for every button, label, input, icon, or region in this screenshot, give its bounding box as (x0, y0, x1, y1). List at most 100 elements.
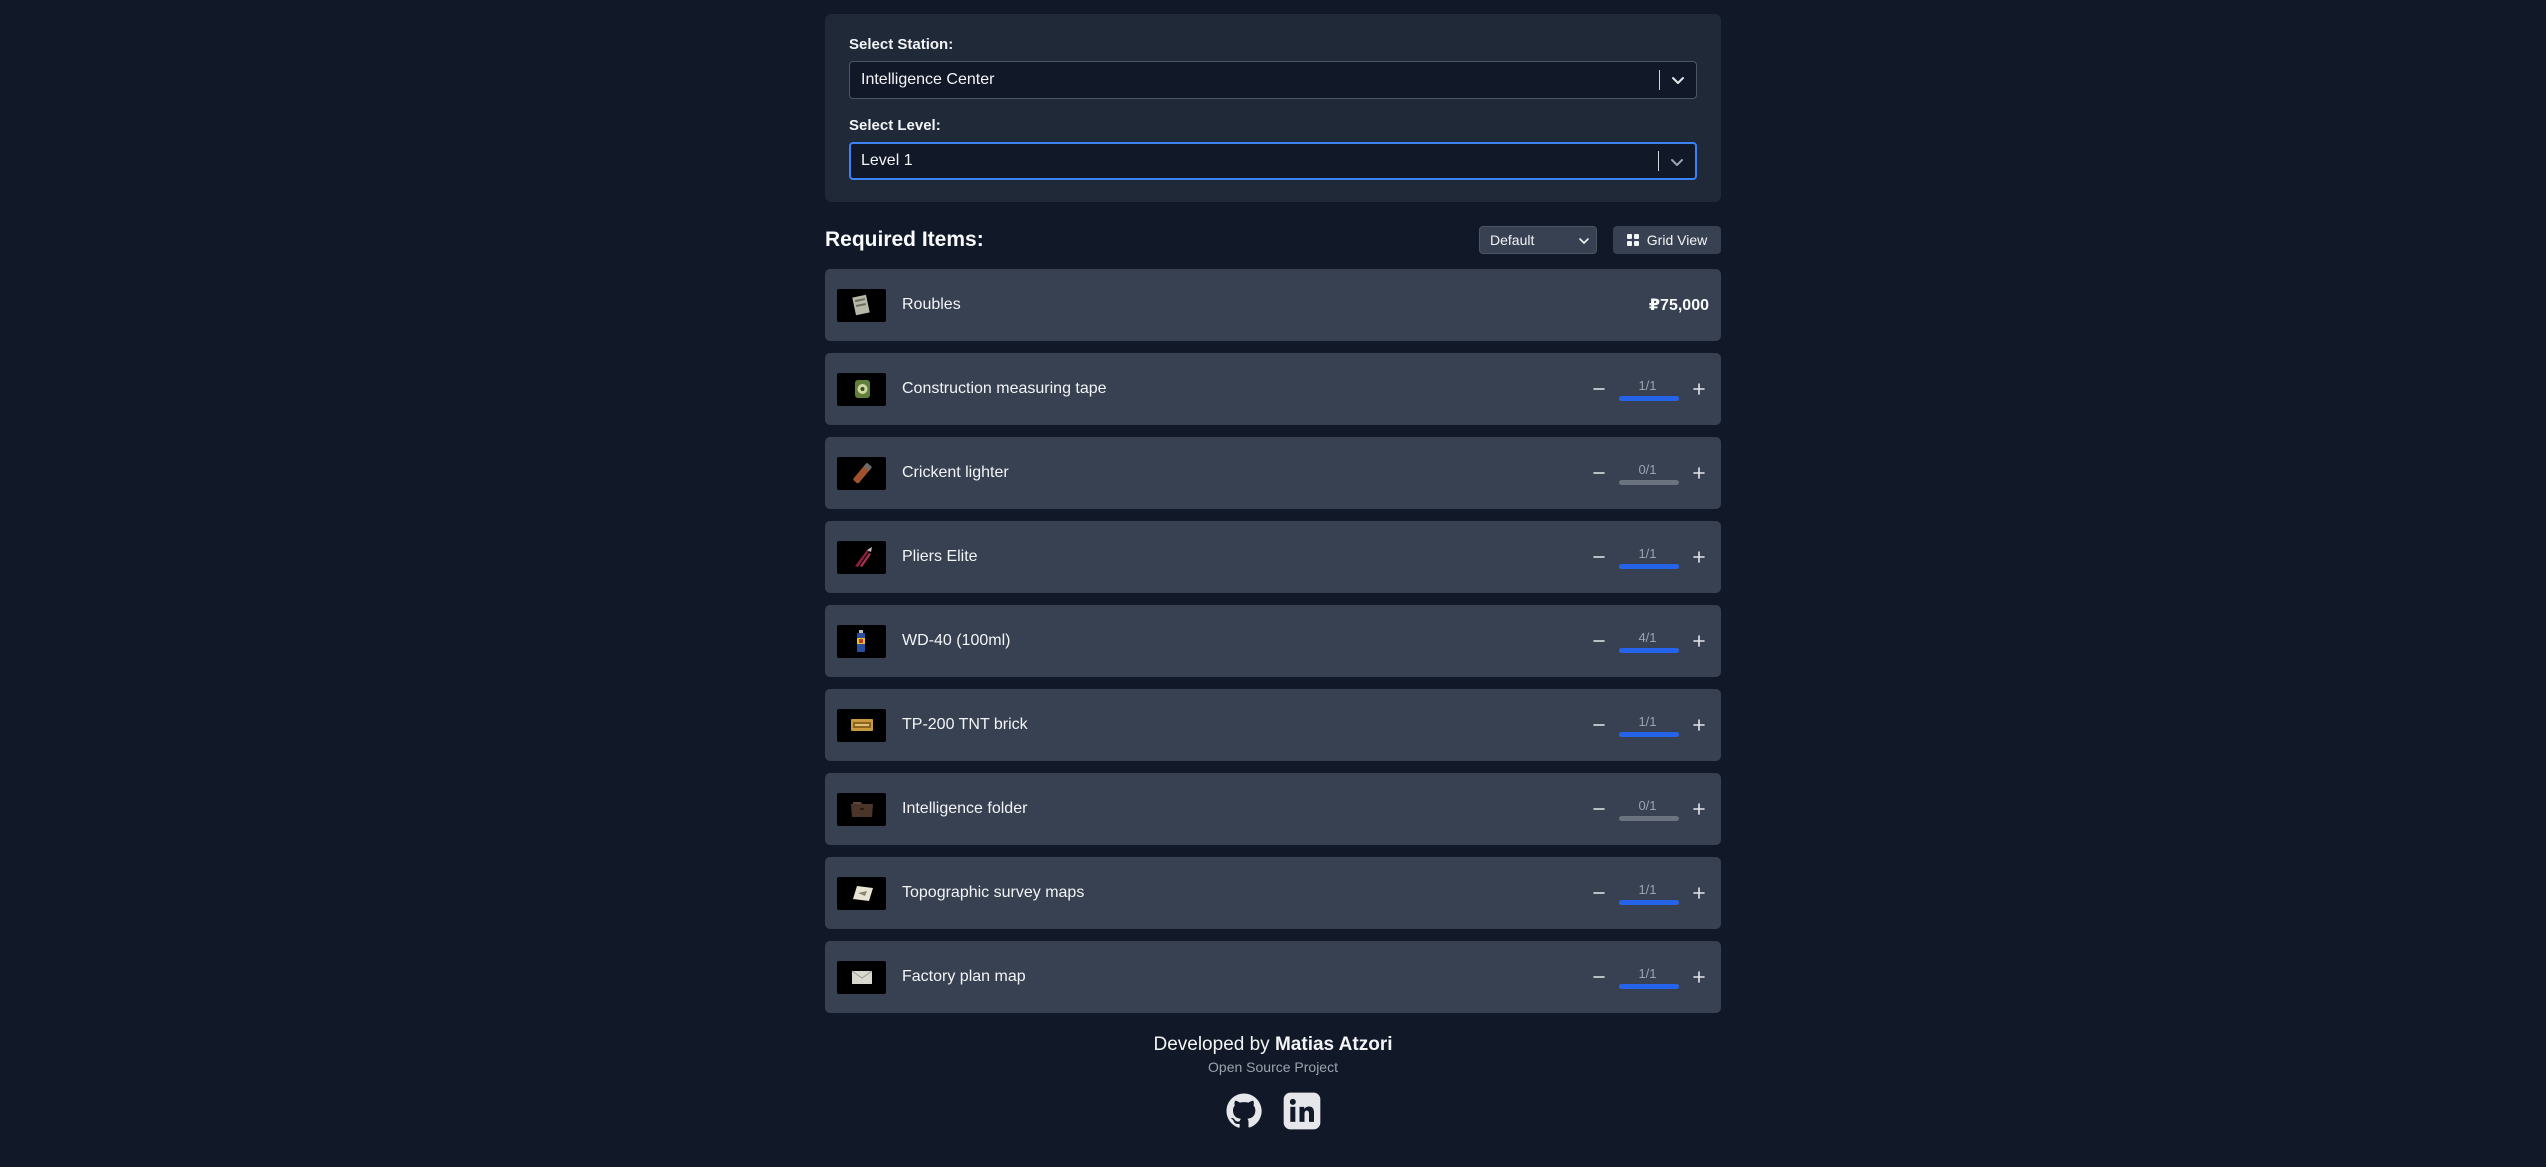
plus-icon (1693, 719, 1705, 731)
progress-bar (1619, 564, 1679, 569)
decrement-button[interactable] (1589, 379, 1609, 399)
list-item: Factory plan map 1/1 (825, 941, 1721, 1013)
item-count: 1/1 (1638, 546, 1657, 561)
developer-credit: Developed by Matias Atzori (825, 1033, 1721, 1057)
station-select-value: Intelligence Center (861, 71, 995, 88)
progress-fill (1619, 396, 1679, 401)
item-counter: 0/1 (1589, 773, 1709, 845)
item-count: 1/1 (1638, 882, 1657, 897)
survey-map-icon (852, 886, 873, 901)
item-name: Pliers Elite (902, 548, 978, 565)
progress-bar (1619, 816, 1679, 821)
grid-view-label: Grid View (1646, 232, 1708, 248)
increment-button[interactable] (1689, 967, 1709, 987)
item-name: Topographic survey maps (902, 884, 1085, 901)
plus-icon (1693, 887, 1705, 899)
decrement-button[interactable] (1589, 967, 1609, 987)
minus-icon (1593, 892, 1605, 894)
progress-fill (1619, 732, 1679, 737)
select-separator (1659, 70, 1660, 90)
plus-icon (1693, 551, 1705, 563)
developed-by-text: Developed by (1153, 1034, 1270, 1055)
decrement-button[interactable] (1589, 631, 1609, 651)
item-count: 1/1 (1638, 714, 1657, 729)
plus-icon (1693, 803, 1705, 815)
item-thumbnail (837, 792, 886, 826)
progress-fill (1619, 648, 1679, 653)
progress-bar (1619, 732, 1679, 737)
plus-icon (1693, 971, 1705, 983)
list-item: Construction measuring tape 1/1 (825, 353, 1721, 425)
chevron-down-icon[interactable] (1668, 70, 1688, 90)
decrement-button[interactable] (1589, 799, 1609, 819)
list-item: Intelligence folder 0/1 (825, 773, 1721, 845)
item-name: Construction measuring tape (902, 380, 1107, 397)
item-name: Intelligence folder (902, 800, 1028, 817)
progress-bar (1619, 480, 1679, 485)
increment-button[interactable] (1689, 715, 1709, 735)
linkedin-link[interactable] (1282, 1091, 1322, 1131)
sort-select-value: Default (1490, 232, 1535, 248)
minus-icon (1593, 808, 1605, 810)
decrement-button[interactable] (1589, 463, 1609, 483)
level-select[interactable]: Level 1 (849, 142, 1697, 180)
item-thumbnail (837, 288, 886, 322)
plan-map-icon (851, 970, 872, 984)
increment-button[interactable] (1689, 631, 1709, 651)
level-label: Select Level: (849, 117, 941, 134)
project-subtitle: Open Source Project (1208, 1059, 1338, 1075)
grid-view-button[interactable]: Grid View (1613, 226, 1721, 254)
lighter-icon (852, 463, 872, 484)
list-item-roubles: Roubles ₽75,000 (825, 269, 1721, 341)
decrement-button[interactable] (1589, 883, 1609, 903)
progress-fill (1619, 564, 1679, 569)
item-name: WD-40 (100ml) (902, 632, 1011, 649)
item-count: 0/1 (1638, 798, 1657, 813)
increment-button[interactable] (1689, 547, 1709, 567)
github-link[interactable] (1224, 1091, 1264, 1131)
increment-button[interactable] (1689, 463, 1709, 483)
progress-bar (1619, 900, 1679, 905)
decrement-button[interactable] (1589, 715, 1609, 735)
item-list: Roubles ₽75,000 Construction measuring t… (825, 269, 1721, 1013)
tnt-brick-icon (850, 719, 873, 731)
items-header: Required Items: Default Grid View (825, 224, 1721, 256)
increment-button[interactable] (1689, 379, 1709, 399)
minus-icon (1593, 724, 1605, 726)
item-counter: 1/1 (1589, 353, 1709, 425)
item-name: Crickent lighter (902, 464, 1009, 481)
minus-icon (1593, 640, 1605, 642)
minus-icon (1593, 388, 1605, 390)
increment-button[interactable] (1689, 799, 1709, 819)
increment-button[interactable] (1689, 883, 1709, 903)
spray-can-icon (856, 630, 865, 652)
roubles-icon (851, 294, 870, 316)
pliers-icon (854, 547, 872, 567)
list-item: TP-200 TNT brick 1/1 (825, 689, 1721, 761)
linkedin-icon (1283, 1092, 1321, 1130)
item-thumbnail (837, 372, 886, 406)
item-thumbnail (837, 540, 886, 574)
progress-fill (1619, 900, 1679, 905)
item-thumbnail (837, 708, 886, 742)
item-counter: 1/1 (1589, 857, 1709, 929)
grid-icon (1626, 234, 1639, 246)
item-counter: 4/1 (1589, 605, 1709, 677)
item-thumbnail (837, 960, 886, 994)
station-selector-panel: Select Station: Intelligence Center Sele… (825, 14, 1721, 202)
item-name: Factory plan map (902, 968, 1026, 985)
author-name: Matias Atzori (1274, 1034, 1393, 1055)
progress-bar (1619, 648, 1679, 653)
sort-select[interactable]: Default (1479, 226, 1597, 254)
required-items-title: Required Items: (825, 228, 984, 251)
item-thumbnail (837, 456, 886, 490)
station-select[interactable]: Intelligence Center (849, 61, 1697, 99)
item-counter: 0/1 (1589, 437, 1709, 509)
plus-icon (1693, 635, 1705, 647)
decrement-button[interactable] (1589, 547, 1609, 567)
item-counter: 1/1 (1589, 521, 1709, 593)
progress-fill (1619, 984, 1679, 989)
item-count: 0/1 (1638, 462, 1657, 477)
chevron-down-icon[interactable] (1667, 152, 1687, 172)
item-name: Roubles (902, 296, 961, 313)
